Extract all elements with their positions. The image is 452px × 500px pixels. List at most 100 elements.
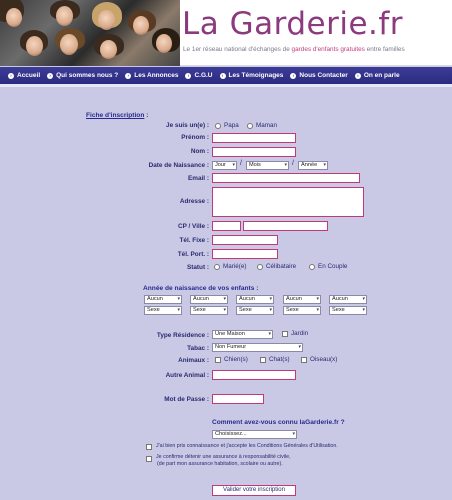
tagline-end: entre familles xyxy=(364,46,405,53)
dropdown-arrow-icon: ▾ xyxy=(362,307,365,313)
photo-face xyxy=(26,36,43,56)
menu-label: Les Témoignages xyxy=(228,72,284,79)
cgu-checkbox[interactable] xyxy=(146,444,152,450)
email-label: Email : xyxy=(188,175,209,182)
enfant-sexe-value: Sexe xyxy=(286,307,299,313)
tagline-highlight: gardes d'enfants gratuites xyxy=(291,46,365,53)
mot-de-passe-input[interactable] xyxy=(212,394,264,404)
dropdown-arrow-icon: ▾ xyxy=(268,331,271,337)
maman-label: Maman xyxy=(256,122,277,129)
autre-animal-label: Autre Animal : xyxy=(165,372,209,379)
enfant-2-annee-select[interactable]: Aucun ▾ xyxy=(190,295,228,304)
jardin-checkbox[interactable] xyxy=(282,331,288,337)
dropdown-arrow-icon: ▾ xyxy=(177,296,180,302)
enfant-5-annee-select[interactable]: Aucun ▾ xyxy=(329,295,367,304)
form-title-colon: : xyxy=(144,112,149,119)
enfant-2-sexe-select[interactable]: Sexe ▾ xyxy=(190,306,228,315)
menu-label: Les Annonces xyxy=(134,72,179,79)
menu-bullet-icon: › xyxy=(185,72,192,79)
enfant-3-sexe-select[interactable]: Sexe ▾ xyxy=(236,306,274,315)
maman-radio[interactable] xyxy=(247,123,253,129)
header-photo xyxy=(0,0,180,66)
statut-couple-radio[interactable] xyxy=(309,264,315,270)
tagline-start: Le 1er réseau national d'échanges de xyxy=(183,46,292,53)
menu-on-en-parle[interactable]: › On en parle xyxy=(354,72,400,79)
enfant-4-sexe-select[interactable]: Sexe ▾ xyxy=(283,306,321,315)
tel-port-input[interactable] xyxy=(212,249,278,259)
oiseau-checkbox[interactable] xyxy=(301,357,307,363)
enfant-3-annee-select[interactable]: Aucun ▾ xyxy=(236,295,274,304)
type-residence-label: Type Résidence : xyxy=(156,332,209,339)
menu-label: C.G.U xyxy=(194,72,213,79)
enfant-1-sexe-select[interactable]: Sexe ▾ xyxy=(144,306,182,315)
dob-year-select[interactable]: Année ▾ xyxy=(298,161,328,170)
dropdown-arrow-icon: ▾ xyxy=(223,307,226,313)
menu-qui-sommes-nous[interactable]: › Qui sommes nous ? xyxy=(47,72,118,79)
statut-celibataire-label: Célibataire xyxy=(266,263,297,270)
registration-form: Fiche d'inscription : Je suis un(e) : Pa… xyxy=(0,87,452,500)
menu-contact[interactable]: › Nous Contacter xyxy=(290,72,348,79)
type-residence-select[interactable]: Une Maison ▾ xyxy=(212,330,273,339)
dropdown-arrow-icon: ▾ xyxy=(284,162,287,168)
menu-cgu[interactable]: › C.G.U xyxy=(185,72,213,79)
papa-radio[interactable] xyxy=(215,123,221,129)
menu-bullet-icon: › xyxy=(219,72,226,79)
date-separator: / xyxy=(240,160,242,167)
statut-marie-radio[interactable] xyxy=(214,264,220,270)
assurance-line-1: Je confirme détenir une assurance à resp… xyxy=(156,454,291,460)
connu-select[interactable]: Choisissez... ▾ xyxy=(212,430,297,439)
dropdown-arrow-icon: ▾ xyxy=(177,307,180,313)
assurance-line-2: (de part mon assurance habitation, scola… xyxy=(157,461,283,467)
tel-fixe-label: Tél. Fixe : xyxy=(179,237,209,244)
main-menu: › Accueil › Qui sommes nous ? › Les Annonce… xyxy=(0,67,452,84)
oiseau-label: Oiseau(x) xyxy=(310,356,338,363)
menu-bullet-icon: › xyxy=(47,72,54,79)
dropdown-arrow-icon: ▾ xyxy=(269,296,272,302)
menu-temoignages[interactable]: › Les Témoignages xyxy=(219,72,284,79)
prenom-input[interactable] xyxy=(212,133,296,143)
photo-face xyxy=(156,34,172,53)
ville-input[interactable] xyxy=(243,221,328,231)
chat-label: Chat(s) xyxy=(269,356,290,363)
dropdown-arrow-icon: ▾ xyxy=(292,431,295,437)
connu-value: Choisissez... xyxy=(215,431,247,437)
email-input[interactable] xyxy=(212,173,360,183)
menu-bullet-icon: › xyxy=(8,72,14,79)
autre-animal-input[interactable] xyxy=(212,370,296,380)
enfant-1-annee-select[interactable]: Aucun ▾ xyxy=(144,295,182,304)
dob-month-select[interactable]: Mois ▾ xyxy=(246,161,289,170)
dob-year-value: Année xyxy=(301,162,318,168)
adresse-textarea[interactable] xyxy=(212,187,364,217)
cp-ville-label: CP / Ville : xyxy=(177,223,209,230)
site-logo[interactable]: La Garderie.fr xyxy=(182,6,403,42)
cp-input[interactable] xyxy=(212,221,241,231)
enfant-4-annee-select[interactable]: Aucun ▾ xyxy=(283,295,321,304)
tel-fixe-input[interactable] xyxy=(212,235,278,245)
dropdown-arrow-icon: ▾ xyxy=(316,296,319,302)
photo-face xyxy=(98,10,115,30)
statut-celibataire-radio[interactable] xyxy=(257,264,263,270)
statut-couple-label: En Couple xyxy=(318,263,348,270)
assurance-checkbox[interactable] xyxy=(146,456,152,462)
tabac-value: Non Fumeur xyxy=(215,344,247,350)
dob-label: Date de Naissance : xyxy=(148,162,209,169)
dropdown-arrow-icon: ▾ xyxy=(223,296,226,302)
photo-face xyxy=(6,8,22,27)
enfant-5-sexe-select[interactable]: Sexe ▾ xyxy=(329,306,367,315)
dob-day-select[interactable]: Jour ▾ xyxy=(212,161,237,170)
menu-label: Accueil xyxy=(17,72,41,79)
submit-button[interactable]: Valider votre inscription xyxy=(212,485,296,496)
menu-annonces[interactable]: › Les Annonces xyxy=(125,72,178,79)
nom-input[interactable] xyxy=(212,147,296,157)
enfant-sexe-value: Sexe xyxy=(193,307,206,313)
chat-checkbox[interactable] xyxy=(260,357,266,363)
papa-label: Papa xyxy=(224,122,239,129)
enfant-annee-value: Aucun xyxy=(239,296,255,302)
chien-checkbox[interactable] xyxy=(215,357,221,363)
menu-accueil[interactable]: › Accueil xyxy=(8,72,40,79)
dropdown-arrow-icon: ▾ xyxy=(232,162,235,168)
tabac-select[interactable]: Non Fumeur ▾ xyxy=(212,343,303,352)
dropdown-arrow-icon: ▾ xyxy=(269,307,272,313)
connu-title: Comment avez-vous connu laGarderie.fr ? xyxy=(212,419,345,426)
statut-marie-label: Marié(e) xyxy=(223,263,247,270)
